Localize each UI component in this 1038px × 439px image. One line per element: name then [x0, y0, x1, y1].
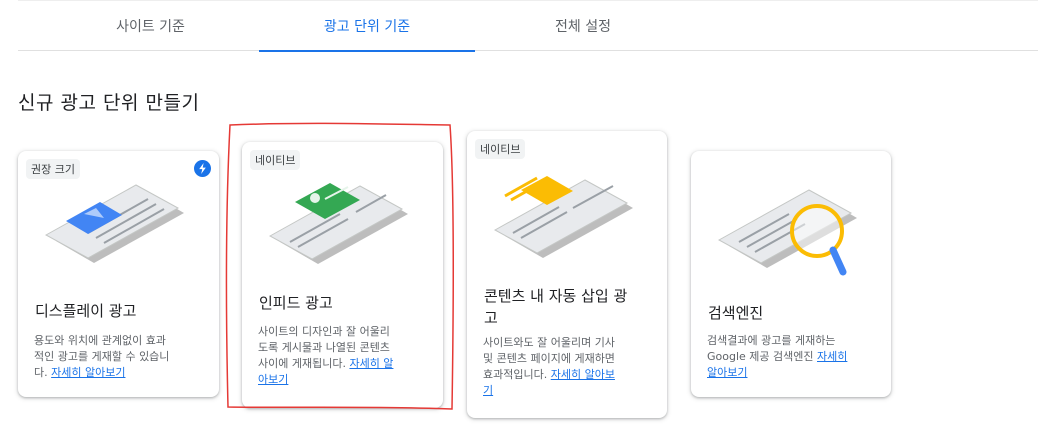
- card-display-ad-title: 디스플레이 광고: [35, 302, 137, 320]
- desc-line: 사이에 게재됩니다.: [258, 357, 350, 370]
- tab-ad-unit[interactable]: 광고 단위 기준: [259, 0, 475, 52]
- phone-in-article-illustration-icon: [493, 176, 633, 258]
- card-display-ad-desc: 용도와 위치에 관계없이 효과 적인 광고를 게재할 수 있습니 다. 자세히 …: [34, 333, 214, 381]
- tab-ad-unit-label: 광고 단위 기준: [323, 18, 411, 35]
- card-search-engine[interactable]: 검색엔진 검색결과에 광고를 게재하는 Google 제공 검색엔진 자세히 알…: [691, 151, 891, 397]
- bolt-icon: [194, 160, 211, 177]
- phone-display-illustration-icon: [44, 184, 184, 263]
- learn-more-link[interactable]: 자세히 알아보기: [51, 366, 125, 379]
- desc-line: 용도와 위치에 관계없이 효과: [34, 334, 166, 347]
- tab-global-settings[interactable]: 전체 설정: [475, 0, 691, 51]
- card-search-engine-title: 검색엔진: [708, 304, 764, 322]
- learn-more-link[interactable]: 기: [483, 384, 493, 397]
- learn-more-link[interactable]: 자세히 알아보: [551, 368, 615, 381]
- title-line: 고: [484, 309, 498, 327]
- card-in-article-ad-title: 콘텐츠 내 자동 삽입 광 고: [484, 285, 659, 329]
- learn-more-link[interactable]: 자세히 알: [349, 357, 393, 370]
- desc-line: 사이트의 디자인과 잘 어울리: [258, 325, 390, 338]
- desc-line: 도록 게시물과 나열된 콘텐츠: [258, 341, 390, 354]
- desc-line: 및 콘텐츠 페이지에 게재하면: [483, 352, 615, 365]
- title-line: 콘텐츠 내 자동 삽입 광: [484, 287, 628, 305]
- desc-line: 검색결과에 광고를 게재하는: [707, 334, 836, 347]
- desc-line: 효과적입니다.: [483, 368, 551, 381]
- desc-line: 적인 광고를 게재할 수 있습니: [34, 350, 170, 363]
- card-in-article-ad[interactable]: 네이티브 콘텐츠 내 자동 삽입 광 고 사이트와도 잘 어울리며 기사 및 콘…: [467, 131, 667, 418]
- learn-more-link[interactable]: 알아보기: [707, 366, 747, 379]
- card-infeed-ad-title: 인피드 광고: [259, 294, 333, 312]
- phone-infeed-illustration-icon: [268, 183, 408, 264]
- desc-line: Google 제공 검색엔진: [707, 350, 817, 363]
- active-tab-indicator: [259, 50, 475, 52]
- card-infeed-ad[interactable]: 네이티브 인피드 광고 사이트의 디자인과 잘 어울리 도록 게시물과 나열된 …: [242, 142, 443, 408]
- magnifier-illustration-icon: [717, 189, 857, 276]
- card-search-engine-desc: 검색결과에 광고를 게재하는 Google 제공 검색엔진 자세히 알아보기: [707, 333, 887, 381]
- card-display-ad[interactable]: 권장 크기 디스플레이 광고 용도와 위치에 관계없이 효과 적인 광고를 게재…: [18, 151, 219, 397]
- native-badge: 네이티브: [250, 150, 301, 170]
- card-infeed-ad-desc: 사이트의 디자인과 잘 어울리 도록 게시물과 나열된 콘텐츠 사이에 게재됩니…: [258, 324, 438, 388]
- learn-more-link[interactable]: 자세히: [817, 350, 847, 363]
- native-badge: 네이티브: [475, 139, 526, 159]
- tab-bar: 사이트 기준 광고 단위 기준 전체 설정: [18, 0, 1038, 52]
- tab-global-settings-label: 전체 설정: [555, 18, 611, 35]
- page-title: 신규 광고 단위 만들기: [18, 92, 200, 114]
- tab-site[interactable]: 사이트 기준: [18, 0, 283, 51]
- tab-site-label: 사이트 기준: [116, 18, 185, 35]
- learn-more-link[interactable]: 아보기: [258, 373, 288, 386]
- desc-line: 다.: [34, 366, 52, 379]
- desc-line: 사이트와도 잘 어울리며 기사: [483, 336, 615, 349]
- recommended-badge: 권장 크기: [26, 159, 80, 179]
- card-in-article-ad-desc: 사이트와도 잘 어울리며 기사 및 콘텐츠 페이지에 게재하면 효과적입니다. …: [483, 335, 663, 399]
